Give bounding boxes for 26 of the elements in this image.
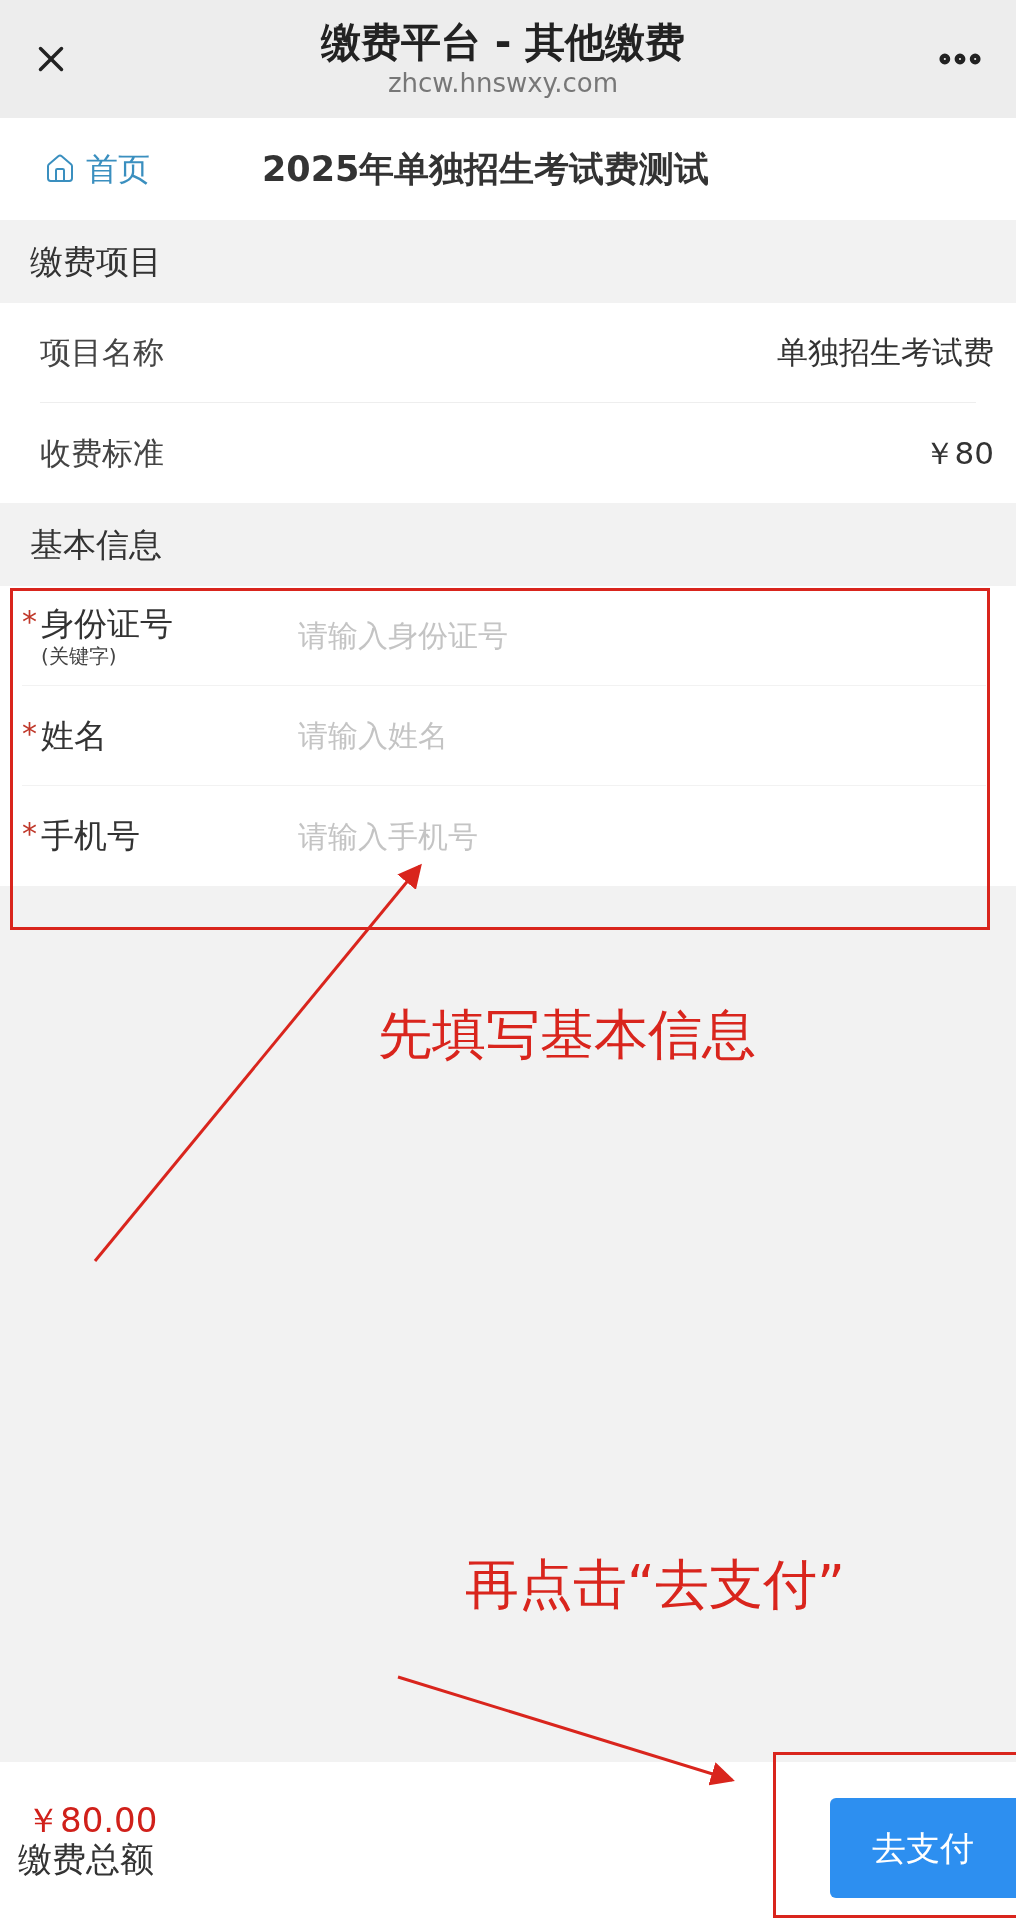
field-label: 姓名 bbox=[41, 715, 107, 756]
input-field[interactable]: 请输入姓名 bbox=[298, 713, 986, 758]
row-value: ￥80 bbox=[923, 433, 994, 473]
field-sublabel: (关键字) bbox=[41, 643, 118, 668]
annotation-text: 再点击“去支付” bbox=[465, 1552, 845, 1618]
home-icon bbox=[44, 153, 76, 185]
page-url: zhcw.hnswxy.com bbox=[387, 67, 619, 100]
required-mark: * bbox=[22, 715, 37, 752]
annotation-text: 先填写基本信息 bbox=[378, 1002, 756, 1068]
required-mark: * bbox=[22, 816, 37, 852]
field-label: 身份证号 bbox=[41, 603, 173, 644]
page-title: 2025年单独招生考试费测试 bbox=[262, 147, 710, 191]
field-label: 手机号 bbox=[41, 816, 140, 856]
row-label: 收费标准 bbox=[40, 433, 164, 473]
required-mark: * bbox=[22, 603, 37, 640]
input-field[interactable]: 请输入身份证号 bbox=[298, 613, 986, 658]
section-title: 缴费项目 bbox=[30, 240, 162, 283]
window-title: 缴费平台 - 其他缴费 bbox=[320, 18, 686, 66]
total-label: 缴费总额 bbox=[18, 1838, 155, 1880]
home-link[interactable]: 首页 bbox=[44, 145, 264, 193]
total-amount: ￥80.00 bbox=[26, 1802, 158, 1838]
pay-button[interactable]: 去支付 bbox=[830, 1798, 1016, 1898]
input-field[interactable]: 请输入手机号 bbox=[298, 813, 986, 859]
row-label: 项目名称 bbox=[40, 333, 164, 373]
row-value: 单独招生考试费 bbox=[777, 333, 994, 373]
section-title: 基本信息 bbox=[30, 523, 162, 566]
